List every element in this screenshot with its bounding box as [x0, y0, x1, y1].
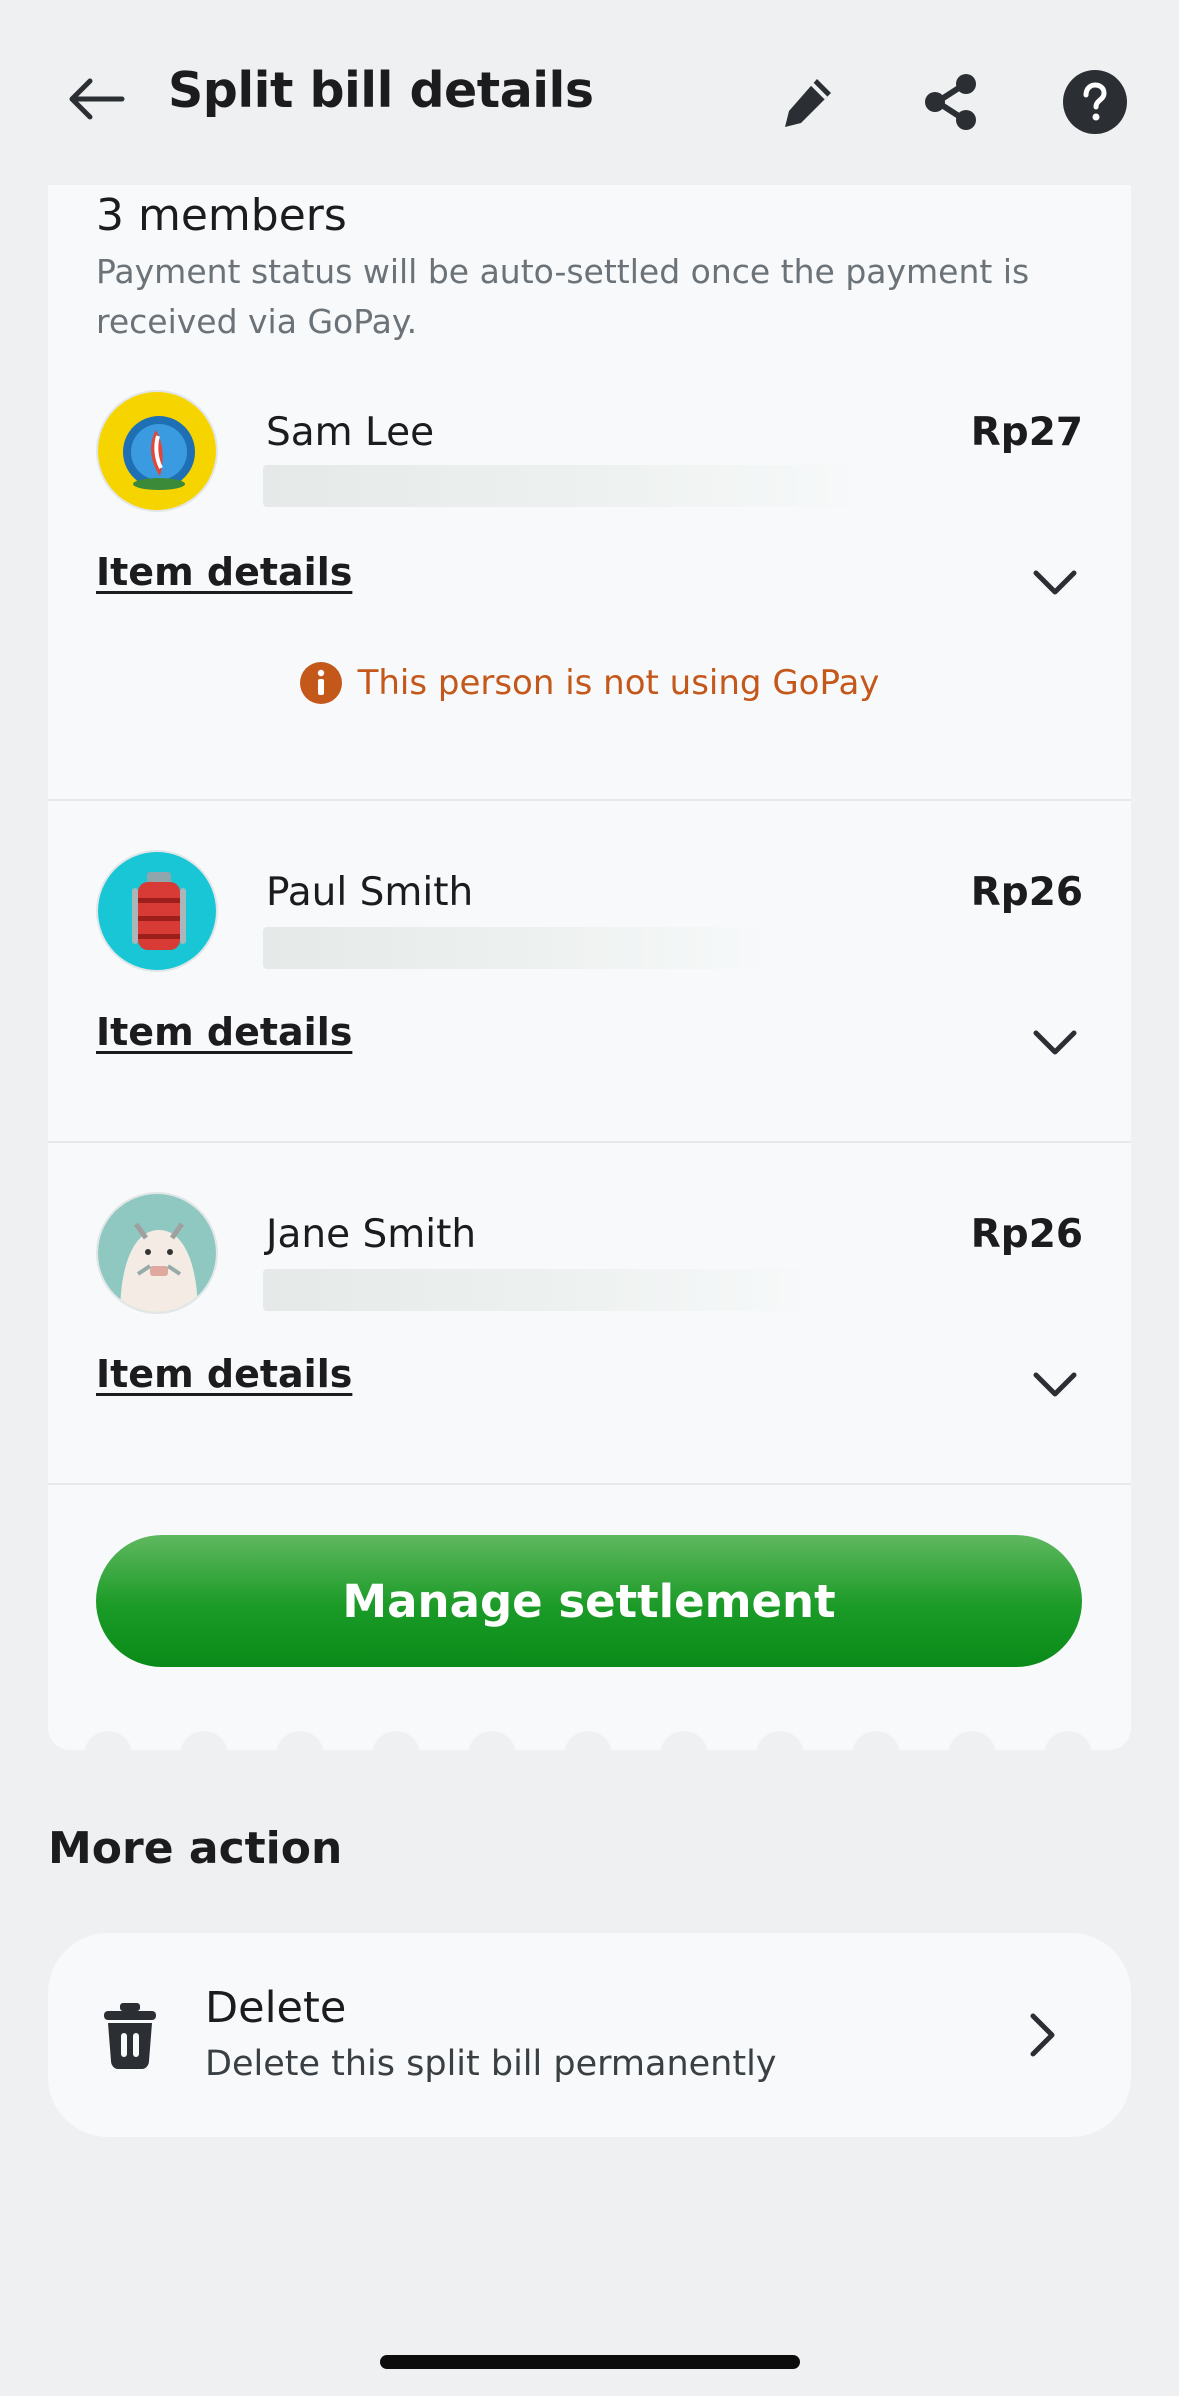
expand-button[interactable] [1027, 1357, 1083, 1413]
arrow-left-icon [69, 78, 125, 120]
more-action-title: More action [48, 1823, 343, 1874]
delete-title: Delete [205, 1983, 347, 2033]
item-details-link[interactable]: Item details [96, 1352, 352, 1396]
share-icon [925, 74, 976, 130]
chevron-right-icon [1030, 2013, 1055, 2057]
info-icon [299, 662, 342, 704]
payment-status-placeholder [263, 927, 768, 969]
chevron-down-icon [1033, 1372, 1077, 1397]
pencil-icon [785, 79, 831, 127]
divider [48, 1141, 1131, 1143]
member-row: Paul Smith Rp26 Item details [48, 850, 1131, 1170]
members-subtitle: Payment status will be auto-settled once… [96, 252, 1030, 341]
question-icon [1063, 70, 1127, 134]
payment-status-placeholder [263, 1269, 811, 1311]
chevron-down-icon [1033, 570, 1077, 595]
home-indicator[interactable] [380, 2355, 800, 2369]
divider [48, 799, 1131, 801]
member-amount: Rp27 [970, 410, 1083, 455]
expand-button[interactable] [1027, 1015, 1083, 1071]
share-button[interactable] [911, 62, 991, 142]
divider [48, 1483, 1131, 1485]
members-card: 3 members Payment status will be auto-se… [48, 185, 1131, 1750]
members-count: 3 members [96, 190, 347, 241]
avatar [96, 1192, 218, 1314]
member-row: Jane Smith Rp26 Item details [48, 1192, 1131, 1512]
delete-split-bill-button[interactable]: Delete Delete this split bill permanentl… [48, 1933, 1131, 2137]
notice-text: This person is not using GoPay [357, 663, 880, 703]
receipt-edge-decoration [84, 1731, 1092, 1750]
member-name: Jane Smith [266, 1212, 477, 1257]
help-button[interactable] [1055, 62, 1135, 142]
not-using-gopay-notice: This person is not using GoPay [48, 662, 1131, 704]
expand-button[interactable] [1027, 555, 1083, 611]
member-amount: Rp26 [970, 870, 1083, 915]
item-details-link[interactable]: Item details [96, 1010, 352, 1054]
member-name: Paul Smith [266, 870, 474, 915]
page-title: Split bill details [168, 62, 594, 119]
chevron-down-icon [1033, 1030, 1077, 1055]
item-details-link[interactable]: Item details [96, 550, 352, 594]
member-amount: Rp26 [970, 1212, 1083, 1257]
back-button[interactable] [58, 68, 134, 130]
avatar [96, 390, 218, 512]
member-name: Sam Lee [266, 410, 435, 455]
chevron-right-button [1015, 2007, 1071, 2063]
manage-settlement-button[interactable]: Manage settlement [96, 1535, 1082, 1667]
edit-button[interactable] [768, 62, 848, 142]
trash-icon [104, 2003, 156, 2069]
payment-status-placeholder [263, 465, 861, 507]
top-app-bar: Split bill details [0, 0, 1179, 190]
avatar [96, 850, 218, 972]
delete-subtitle: Delete this split bill permanently [205, 2044, 777, 2084]
